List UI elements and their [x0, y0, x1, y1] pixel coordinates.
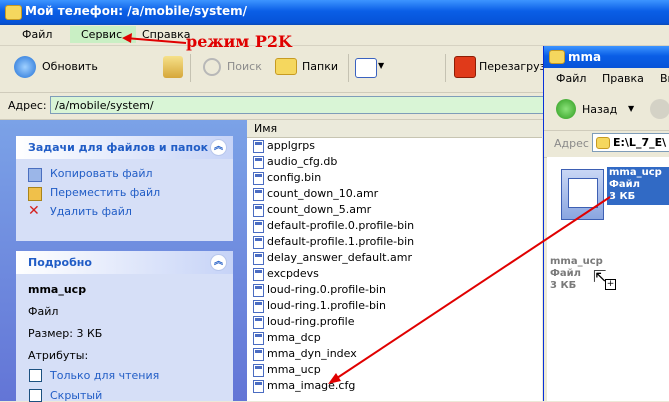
- annotation-arrow-menu: [125, 37, 187, 44]
- annotation-arrows: [122, 33, 611, 384]
- arrowhead-file: [328, 373, 341, 384]
- annotation-arrow-file: [333, 196, 611, 381]
- arrowhead-menu: [122, 33, 132, 43]
